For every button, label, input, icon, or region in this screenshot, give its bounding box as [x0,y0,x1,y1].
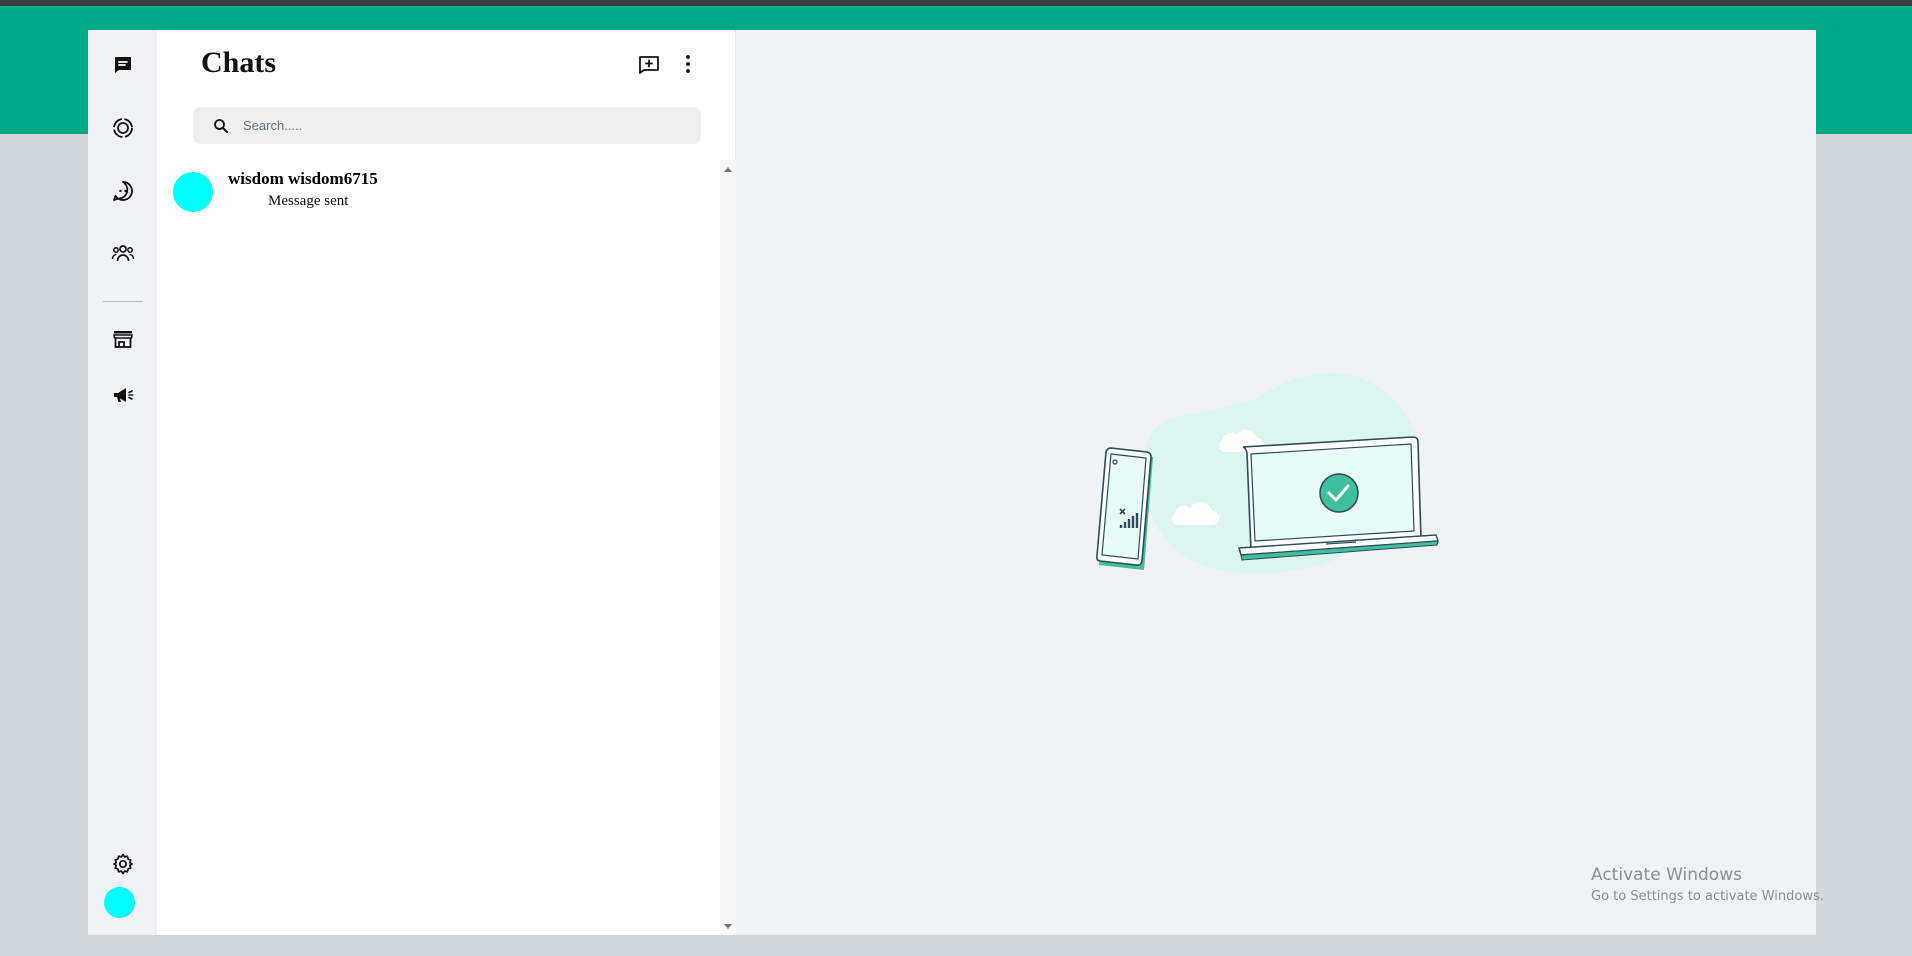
chats-button[interactable] [109,51,137,79]
announcements-icon [114,388,134,402]
store-icon [113,331,133,348]
channels-button[interactable] [109,177,137,205]
contact-avatar [173,172,213,212]
store-button[interactable] [109,325,137,353]
channels-icon [113,181,133,201]
devices-illustration [1096,373,1439,574]
search-box [193,107,701,144]
contact-name: wisdom wisdom6715 [228,169,378,188]
chat-list-scrollbar[interactable] [720,160,736,935]
conversation-placeholder-area [736,30,1816,935]
app-window: Chats wisdom wisdom6715 Message sent [88,30,1816,935]
last-message-preview: Message sent [268,193,349,209]
rail-divider [103,301,143,302]
page-title: Chats [201,46,277,79]
status-icon [113,118,133,138]
scroll-down-arrow-icon[interactable] [724,924,732,929]
communities-icon [111,245,135,262]
new-chat-icon[interactable] [637,52,661,76]
windows-activation-watermark: Activate Windows Go to Settings to activ… [1591,865,1824,904]
status-button[interactable] [109,114,137,142]
search-input[interactable] [243,118,673,133]
settings-icon [113,853,133,875]
chat-list-panel: Chats wisdom wisdom6715 Message sent [157,30,736,935]
profile-avatar[interactable] [104,887,135,918]
watermark-subtitle: Go to Settings to activate Windows. [1591,889,1824,904]
watermark-title: Activate Windows [1591,865,1742,885]
nav-rail [88,30,157,935]
communities-button[interactable] [109,239,137,267]
chats-icon [115,57,131,73]
menu-kebab-icon[interactable] [678,52,698,76]
chat-list-item[interactable]: wisdom wisdom6715 Message sent [157,163,717,235]
settings-button[interactable] [109,850,137,878]
search-icon [214,118,228,133]
scroll-up-arrow-icon[interactable] [724,167,732,172]
announcements-button[interactable] [109,381,137,409]
